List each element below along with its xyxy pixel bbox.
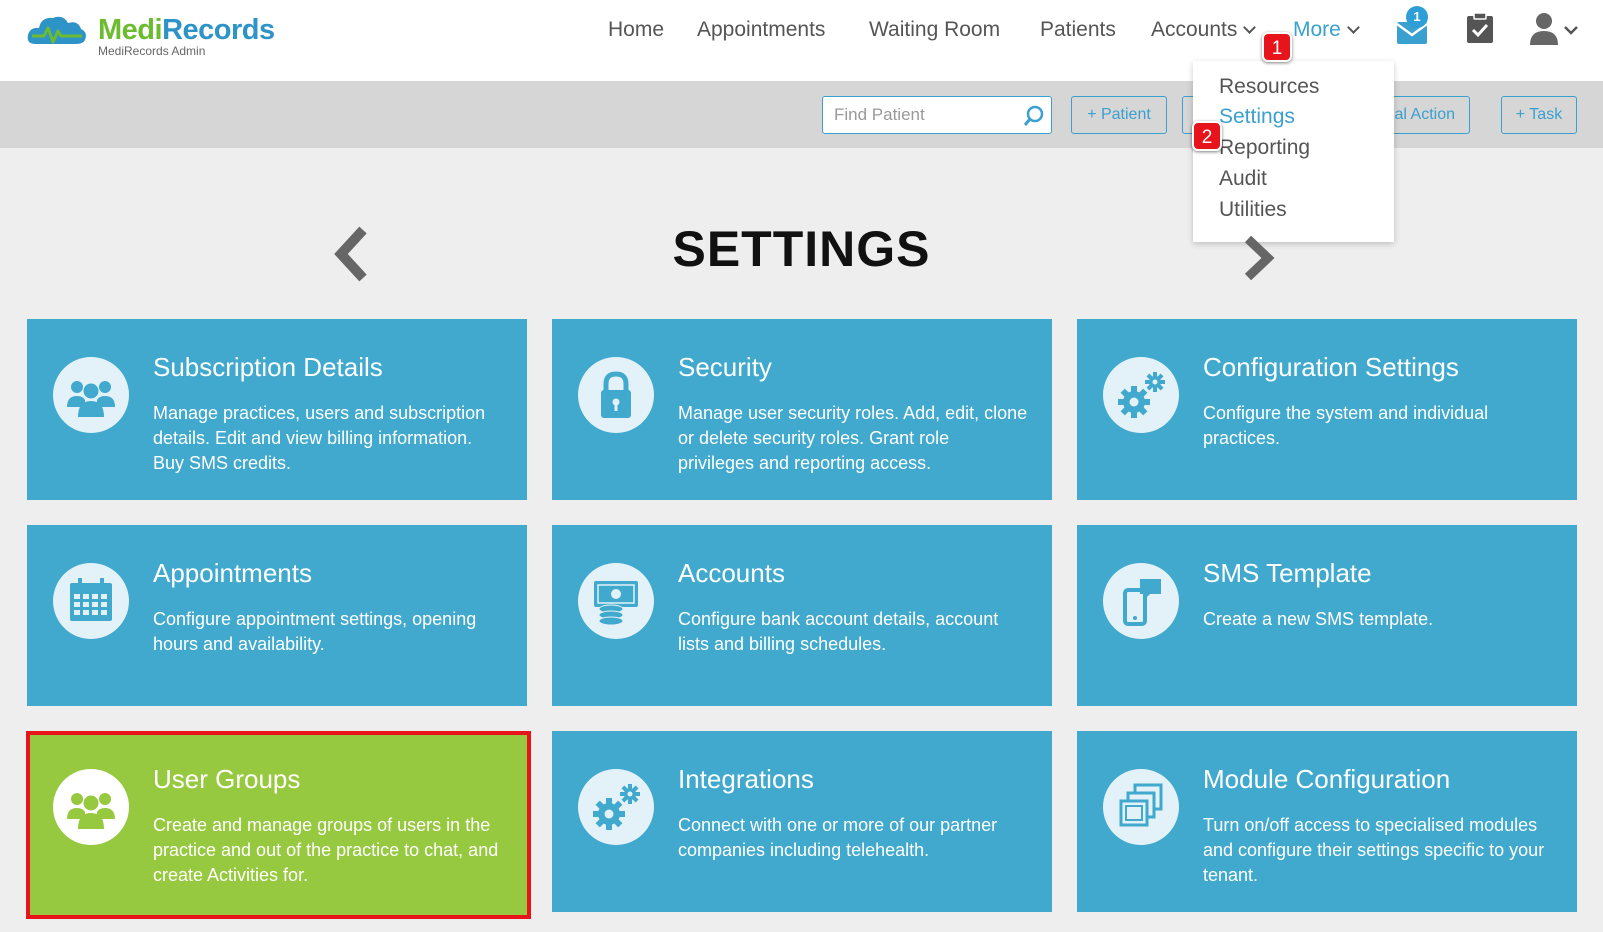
card-title: Configuration Settings	[1203, 352, 1459, 382]
gears-icon	[593, 784, 640, 830]
search-icon[interactable]	[1023, 105, 1045, 127]
chevron-down-icon	[1243, 21, 1257, 34]
card-icon-circle	[1103, 357, 1179, 433]
card-icon-circle	[578, 769, 654, 845]
step-badge-2: 2	[1192, 121, 1222, 151]
card-security[interactable]: Security Manage user security roles. Add…	[552, 319, 1052, 500]
user-profile-icon[interactable]	[1530, 12, 1560, 46]
cloud-logo-icon	[27, 16, 86, 44]
card-description: Create and manage groups of users in the…	[153, 815, 499, 885]
nav-waiting-room[interactable]: Waiting Room	[869, 18, 1000, 42]
add-patient-button[interactable]: + Patient	[1071, 96, 1167, 134]
card-sms-template[interactable]: SMS Template Create a new SMS template.	[1077, 525, 1577, 706]
menu-item-utilities[interactable]: Utilities	[1219, 198, 1287, 222]
lock-icon	[601, 371, 631, 418]
card-description: Turn on/off access to specialised module…	[1203, 815, 1545, 885]
card-title: SMS Template	[1203, 558, 1372, 588]
menu-item-audit[interactable]: Audit	[1219, 167, 1267, 191]
logo-subtitle: MediRecords Admin	[98, 44, 206, 58]
next-arrow-icon[interactable]	[1240, 236, 1276, 280]
card-title: Subscription Details	[153, 352, 383, 382]
card-icon-circle	[1103, 563, 1179, 639]
card-icon-circle	[578, 563, 654, 639]
card-description: Configure appointment settings, opening …	[153, 609, 477, 654]
card-icon-circle	[53, 563, 129, 639]
card-title: User Groups	[153, 764, 301, 794]
find-patient-search[interactable]	[822, 96, 1052, 134]
card-accounts[interactable]: Accounts Configure bank account details,…	[552, 525, 1052, 706]
users-icon	[67, 381, 115, 417]
phone-message-icon	[1123, 579, 1161, 626]
nav-more[interactable]: More	[1293, 18, 1360, 42]
card-icon-circle	[53, 769, 129, 845]
clipboard-check-icon[interactable]	[1465, 12, 1495, 44]
card-description: Manage user security roles. Add, edit, c…	[678, 403, 1028, 473]
nav-appointments[interactable]: Appointments	[697, 18, 825, 42]
users-icon	[67, 793, 115, 829]
card-title: Integrations	[678, 764, 814, 794]
card-user-groups[interactable]: User Groups Create and manage groups of …	[30, 734, 530, 915]
card-configuration-settings[interactable]: Configuration Settings Configure the sys…	[1077, 319, 1577, 500]
card-title: Module Configuration	[1203, 764, 1451, 794]
card-integrations[interactable]: Integrations Connect with one or more of…	[552, 731, 1052, 912]
logo-text: MediRecords	[98, 14, 275, 46]
card-description: Connect with one or more of our partner …	[678, 815, 998, 860]
chevron-down-icon	[1346, 21, 1360, 34]
menu-item-settings[interactable]: Settings	[1219, 105, 1295, 129]
card-description: Configure bank account details, account …	[678, 609, 999, 654]
money-icon	[594, 581, 638, 626]
menu-item-resources[interactable]: Resources	[1219, 75, 1319, 99]
messages-count-badge: 1	[1406, 6, 1428, 28]
card-icon-circle	[53, 357, 129, 433]
page-title: SETTINGS	[672, 221, 931, 277]
card-icon-circle	[578, 357, 654, 433]
stacked-windows-icon	[1119, 783, 1163, 827]
menu-item-reporting[interactable]: Reporting	[1219, 136, 1310, 160]
card-title: Security	[678, 352, 772, 382]
logo[interactable]: MediRecords MediRecords Admin	[26, 12, 286, 62]
step-badge-1: 1	[1262, 32, 1292, 62]
card-title: Accounts	[678, 558, 785, 588]
nav-accounts[interactable]: Accounts	[1151, 18, 1257, 42]
chevron-down-icon[interactable]	[1564, 26, 1578, 36]
calendar-icon	[70, 578, 112, 621]
card-description: Manage practices, users and subscription…	[153, 403, 486, 473]
add-task-button[interactable]: + Task	[1501, 96, 1577, 134]
nav-patients[interactable]: Patients	[1040, 18, 1116, 42]
gears-icon	[1118, 372, 1165, 418]
find-patient-input[interactable]	[823, 97, 1013, 133]
more-dropdown-menu: Resources Settings Reporting Audit Utili…	[1193, 61, 1394, 242]
card-description: Create a new SMS template.	[1203, 609, 1434, 629]
card-module-configuration[interactable]: Module Configuration Turn on/off access …	[1077, 731, 1577, 912]
card-subscription-details[interactable]: Subscription Details Manage practices, u…	[27, 319, 527, 500]
card-description: Configure the system and individual prac…	[1203, 403, 1489, 448]
card-appointments[interactable]: Appointments Configure appointment setti…	[27, 525, 527, 706]
nav-home[interactable]: Home	[608, 18, 664, 42]
card-icon-circle	[1103, 769, 1179, 845]
card-title: Appointments	[153, 558, 312, 588]
